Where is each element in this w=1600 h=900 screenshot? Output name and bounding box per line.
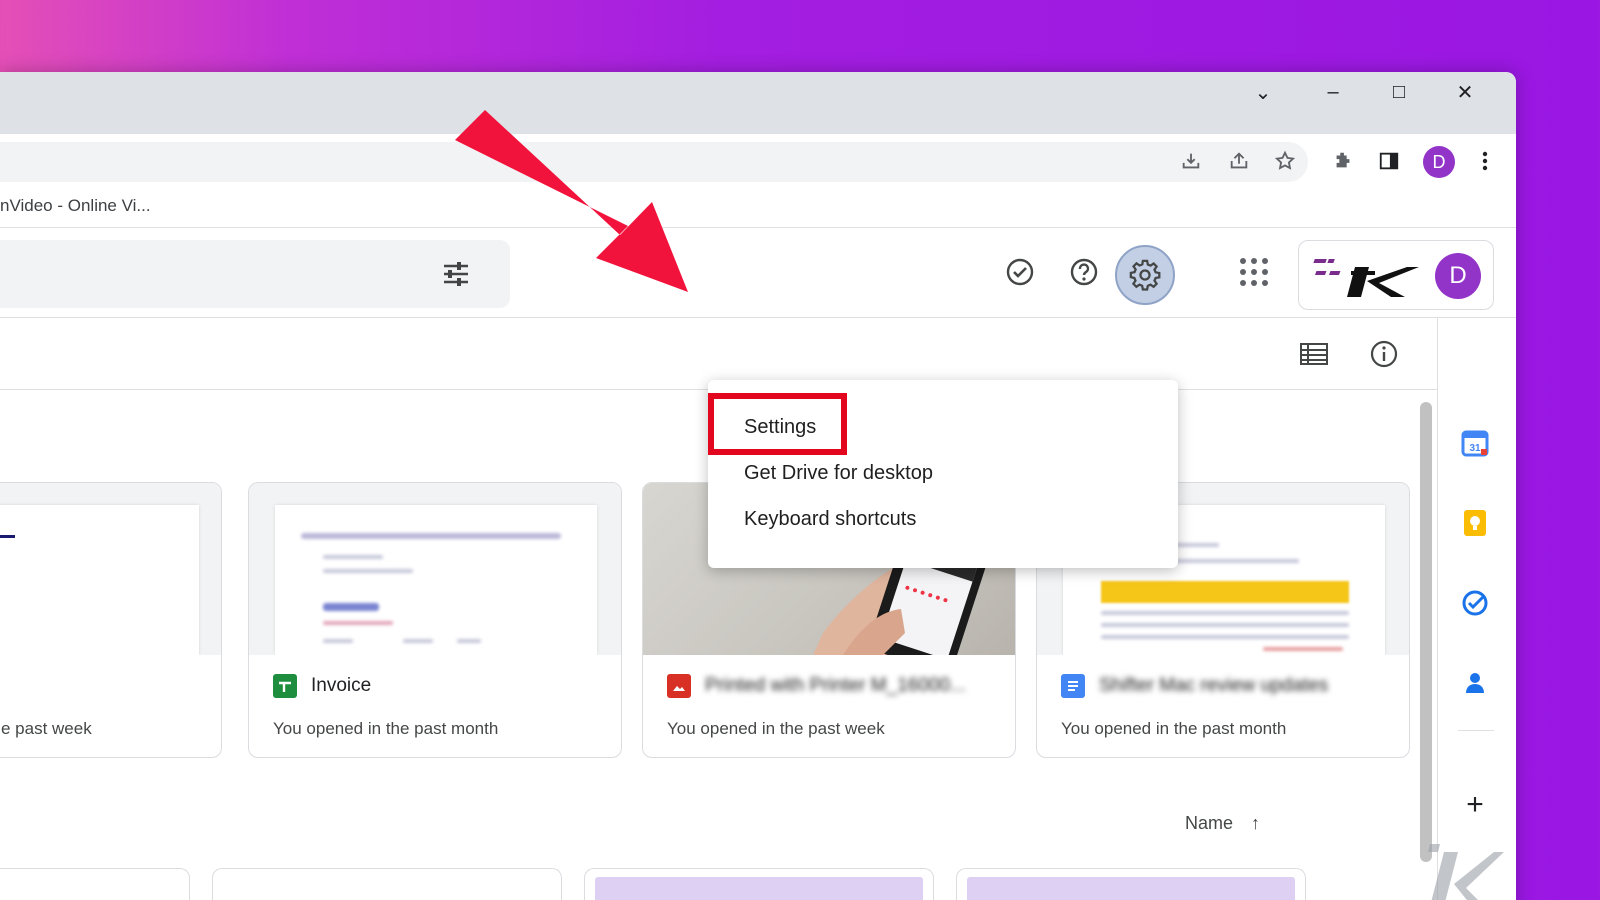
file-thumbnail [0,483,221,655]
folder-card[interactable] [584,868,934,900]
bookmark-item[interactable]: nVideo - Online Vi... [0,196,151,216]
watermark-logo [1428,844,1504,900]
keep-icon[interactable] [1458,506,1492,540]
extensions-icon[interactable] [1326,144,1360,178]
image-file-icon [667,674,691,698]
file-title: Shifter Mac review updates [1099,675,1329,696]
search-options-icon[interactable] [440,258,472,290]
file-card[interactable]: Invoice You opened in the past month [248,482,622,758]
minimize-button[interactable]: – [1310,72,1356,112]
account-avatar[interactable]: D [1435,253,1481,299]
svg-text:31: 31 [1469,443,1481,454]
file-title-row: Invoice [273,671,601,701]
address-bar[interactable] [0,142,1308,182]
file-title-row: Printed with Printer M_16000... [667,671,995,701]
offline-ready-icon[interactable] [1000,252,1040,292]
file-thumbnail [249,483,621,655]
side-panel-divider [1458,730,1494,731]
help-icon[interactable] [1064,252,1104,292]
file-title-row: Shifter Mac review updates [1061,671,1389,701]
tab-search-button[interactable]: ⌄ [1240,72,1286,112]
share-icon[interactable] [1222,144,1256,178]
side-panel-icon[interactable] [1372,144,1406,178]
main-scrollbar[interactable] [1420,402,1432,862]
browser-window: ⌄ – □ ✕ D nVideo - Online Vi... D 31 + e… [0,72,1516,900]
side-panel: 31 + [1437,318,1516,900]
maximize-button[interactable]: □ [1376,72,1422,112]
folder-card[interactable] [0,868,190,900]
folder-card[interactable] [956,868,1306,900]
browser-menu-icon[interactable] [1468,144,1502,178]
folder-card[interactable] [212,868,562,900]
title-bar: ⌄ – □ ✕ [0,72,1516,134]
docs-icon [1061,674,1085,698]
file-meta: You opened in the past month [273,719,499,738]
sort-control[interactable]: Name ↑ [1185,808,1260,838]
google-apps-icon[interactable] [1234,252,1274,292]
profile-avatar[interactable]: D [1423,146,1455,178]
tasks-icon[interactable] [1458,586,1492,620]
settings-highlight-box [708,393,847,455]
menu-item-keyboard-shortcuts[interactable]: Keyboard shortcuts [744,508,916,531]
browser-toolbar: D [0,134,1516,188]
get-addons-button[interactable]: + [1458,788,1492,822]
sort-label: Name [1185,812,1234,833]
sort-direction-icon[interactable]: ↑ [1251,813,1260,834]
file-meta: You opened in the past month [1061,719,1287,738]
details-info-icon[interactable] [1364,334,1404,374]
bookmark-star-icon[interactable] [1268,144,1302,178]
contacts-icon[interactable] [1458,666,1492,700]
file-title: Printed with Printer M_16000... [705,675,966,696]
sheets-icon [273,674,297,698]
bookmarks-bar: nVideo - Online Vi... [0,188,1516,228]
file-title: Invoice [311,675,372,696]
install-app-icon[interactable] [1174,144,1208,178]
file-meta: e past week [1,719,92,738]
close-button[interactable]: ✕ [1442,72,1488,112]
settings-gear-button[interactable] [1115,245,1175,305]
organization-logo [1313,259,1419,297]
file-meta: You opened in the past week [667,719,885,738]
calendar-icon[interactable]: 31 [1458,426,1492,460]
list-view-icon[interactable] [1294,334,1334,374]
drive-header: D [0,228,1516,318]
drive-search-input[interactable] [0,240,510,308]
file-card[interactable]: e past week [0,482,222,758]
account-switcher[interactable]: D [1298,240,1494,310]
menu-item-get-drive-desktop[interactable]: Get Drive for desktop [744,462,933,485]
